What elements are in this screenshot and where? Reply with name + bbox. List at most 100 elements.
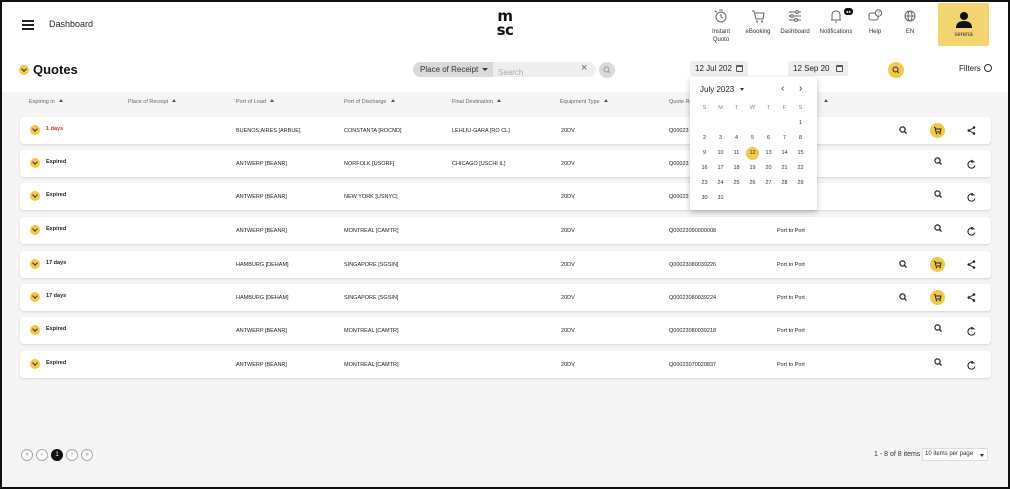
calendar-day[interactable]: 15 [794,147,807,160]
calendar-day[interactable]: 1 [794,117,807,130]
view-quote-search-icon[interactable] [897,124,910,137]
calendar-day[interactable]: 16 [698,162,711,175]
share-icon[interactable] [965,291,978,304]
first-page-button[interactable]: « [21,449,33,461]
filters-button[interactable]: Filters [959,64,993,73]
expand-row-chevron-icon[interactable] [30,359,40,369]
requote-refresh-icon[interactable] [965,359,978,372]
calendar-day[interactable]: 23 [698,177,711,190]
view-quote-search-icon[interactable] [932,356,945,369]
items-per-page-select[interactable]: 10 items per page [922,448,988,461]
col-quote-ref[interactable]: Quote Re [669,99,693,105]
requote-refresh-icon[interactable] [965,158,978,171]
collapse-chevron-icon[interactable] [19,65,29,75]
col-final-destination[interactable]: Final Destination [452,99,501,105]
col-place-of-receipt[interactable]: Place of Receipt [128,99,177,105]
expand-row-chevron-icon[interactable] [30,259,40,269]
expand-row-chevron-icon[interactable] [30,158,40,168]
table-row[interactable]: 17 days HAMBURG [DEHAM] SINGAPORE [SGSIN] 2… [20,251,991,278]
next-page-button[interactable]: › [66,449,78,461]
nav-dashboard[interactable]: Dashboard [779,8,811,52]
nav-language[interactable]: EN [900,8,920,52]
col-equipment-type[interactable]: Equipment Type [560,99,608,105]
book-cart-icon[interactable] [930,257,945,272]
calendar-day[interactable]: 10 [714,147,727,160]
search-input[interactable] [493,65,573,80]
calendar-day[interactable]: 8 [794,132,807,145]
calendar-day[interactable]: 27 [762,177,775,190]
calendar-day[interactable]: 4 [730,132,743,145]
table-row[interactable]: Expired ANTWERP [BEANR] MONTREAL [CAMTR] 20… [20,217,991,244]
nav-instant-quote[interactable]: Instant Quoto [708,8,734,52]
calendar-day[interactable]: 22 [794,162,807,175]
calendar-day[interactable]: 2 [698,132,711,145]
calendar-day[interactable]: 19 [746,162,759,175]
col-expiring-in[interactable]: Expiring in [29,99,63,105]
share-icon[interactable] [965,258,978,271]
calendar-day[interactable]: 6 [762,132,775,145]
book-cart-icon[interactable] [930,290,945,305]
table-row[interactable]: 1 days BUENOS AIRES [ARBUE] CONSTANTA [ROC… [20,117,991,144]
clear-search-icon[interactable]: × [581,61,587,76]
view-quote-search-icon[interactable] [932,188,945,201]
last-page-button[interactable]: » [81,449,93,461]
calendar-day[interactable]: 30 [698,192,711,205]
calendar-day[interactable]: 28 [778,177,791,190]
calendar-day-selected[interactable]: 12 [746,147,759,160]
table-row[interactable]: Expired ANTWERP [BEANR] MONTREAL [CAMTR] 20… [20,317,991,344]
col-port-of-load[interactable]: Port of Load [236,99,274,105]
calendar-day[interactable]: 29 [794,177,807,190]
date-to-field[interactable]: 12 Sep 20 [788,61,848,76]
calendar-day[interactable]: 25 [730,177,743,190]
filter-field-select[interactable]: Place of Receipt [413,62,493,77]
calendar-day[interactable]: 11 [730,147,743,160]
calendar-day[interactable]: 13 [762,147,775,160]
calendar-day[interactable]: 20 [762,162,775,175]
nav-ebooking[interactable]: eBooking [743,8,773,52]
requote-refresh-icon[interactable] [965,225,978,238]
view-quote-search-icon[interactable] [897,258,910,271]
table-row[interactable]: Expired ANTWERP [BEANR] NEW YORK [USNYC] 20… [20,183,991,210]
prev-month-icon[interactable]: ‹ [781,84,784,94]
date-from-field[interactable]: 12 Jul 202 [690,61,748,76]
calendar-day[interactable]: 14 [778,147,791,160]
expand-row-chevron-icon[interactable] [30,325,40,335]
col-service[interactable] [820,99,828,105]
calendar-day[interactable]: 7 [778,132,791,145]
calendar-day[interactable]: 18 [730,162,743,175]
col-port-of-discharge[interactable]: Port of Discharge [344,99,395,105]
table-row[interactable]: Expired ANTWERP [BEANR] MONTREAL [CAMTR] 20… [20,351,991,378]
search-button[interactable] [599,62,615,78]
table-row[interactable]: 17 days HAMBURG [DEHAM] SINGAPORE [SGSIN] 2… [20,284,991,311]
calendar-day[interactable]: 31 [714,192,727,205]
hamburger-menu-icon[interactable] [22,20,34,30]
expand-row-chevron-icon[interactable] [30,125,40,135]
next-month-icon[interactable]: › [799,84,802,94]
calendar-day[interactable]: 3 [714,132,727,145]
expand-row-chevron-icon[interactable] [30,225,40,235]
page-1-button[interactable]: 1 [51,449,63,461]
user-profile-button[interactable]: serena [938,3,989,46]
expand-row-chevron-icon[interactable] [30,292,40,302]
view-quote-search-icon[interactable] [932,322,945,335]
month-select[interactable]: July 2023 [700,85,745,94]
nav-help[interactable]: ? Help [864,8,886,52]
requote-refresh-icon[interactable] [965,325,978,338]
calendar-day[interactable]: 9 [698,147,711,160]
requote-refresh-icon[interactable] [965,191,978,204]
book-cart-icon[interactable] [930,123,945,138]
table-row[interactable]: Expired ANTWERP [BEANR] NORFOLK [USORF] CHI… [20,150,991,177]
calendar-day[interactable]: 17 [714,162,727,175]
calendar-day[interactable]: 5 [746,132,759,145]
view-quote-search-icon[interactable] [932,155,945,168]
apply-search-button[interactable] [888,62,904,78]
calendar-day[interactable]: 24 [714,177,727,190]
view-quote-search-icon[interactable] [897,291,910,304]
msc-logo[interactable]: m sc [490,9,520,40]
view-quote-search-icon[interactable] [932,222,945,235]
calendar-day[interactable]: 26 [746,177,759,190]
calendar-day[interactable]: 21 [778,162,791,175]
prev-page-button[interactable]: ‹ [36,449,48,461]
share-icon[interactable] [965,124,978,137]
expand-row-chevron-icon[interactable] [30,191,40,201]
